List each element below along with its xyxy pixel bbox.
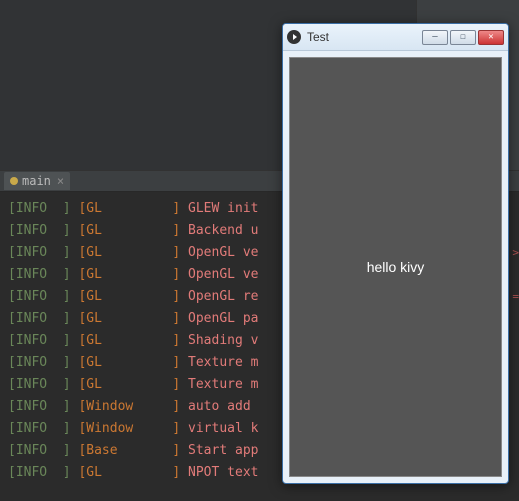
gutter-marker: >: [512, 242, 519, 264]
app-icon: [287, 30, 301, 44]
tab-label: main: [22, 174, 51, 188]
window-buttons: — ☐ ✕: [422, 30, 504, 45]
close-button[interactable]: ✕: [478, 30, 504, 45]
tab-main[interactable]: main ×: [4, 172, 70, 190]
hello-label: hello kivy: [367, 259, 425, 275]
minimize-button[interactable]: —: [422, 30, 448, 45]
gutter-marker: =: [512, 286, 519, 308]
close-icon[interactable]: ×: [57, 174, 64, 188]
kivy-app-window[interactable]: Test — ☐ ✕ hello kivy: [282, 23, 509, 484]
window-titlebar[interactable]: Test — ☐ ✕: [283, 24, 508, 51]
python-file-icon: [10, 177, 18, 185]
window-title: Test: [307, 30, 422, 44]
kivy-content-area: hello kivy: [289, 57, 502, 477]
maximize-button[interactable]: ☐: [450, 30, 476, 45]
